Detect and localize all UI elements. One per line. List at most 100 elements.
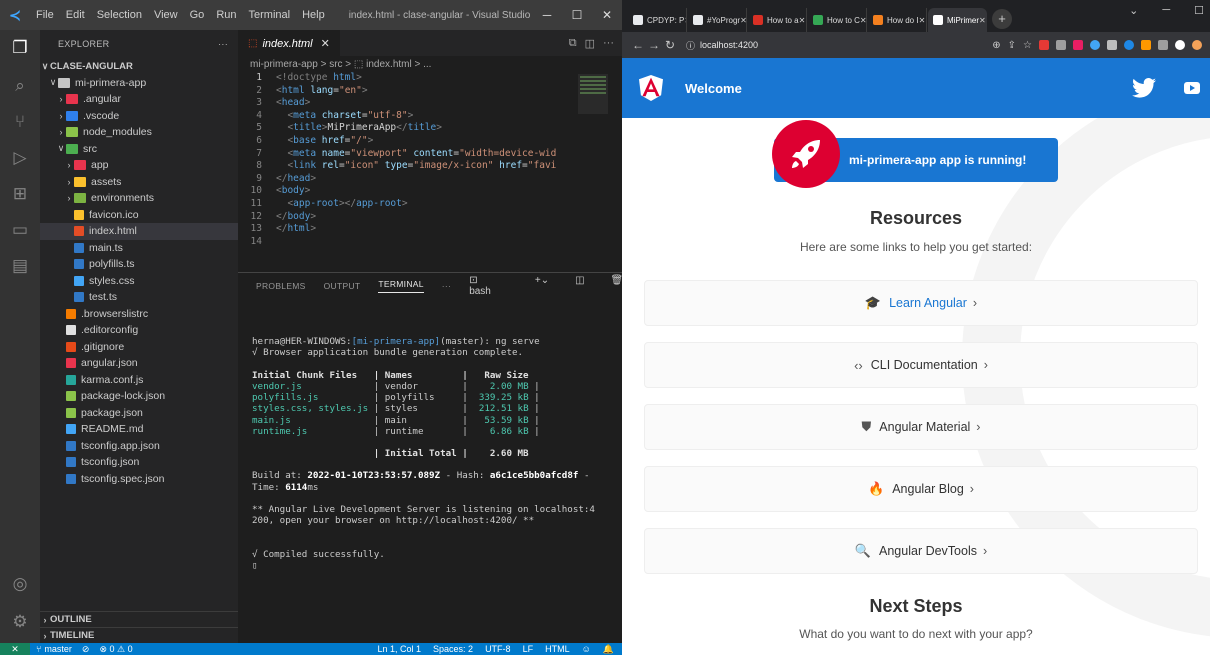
docker-icon[interactable]: ▤ xyxy=(8,254,32,278)
resource-card-angular-material[interactable]: ⛊ Angular Material › xyxy=(644,404,1198,450)
tree-item-tsconfig-json[interactable]: tsconfig.json xyxy=(40,454,238,471)
share-icon[interactable]: ⇪ xyxy=(1008,40,1016,51)
open-changes-icon[interactable]: ⧉ xyxy=(569,37,577,50)
indentation[interactable]: Spaces: 2 xyxy=(433,644,473,654)
tree-item-angular-json[interactable]: angular.json xyxy=(40,355,238,372)
bookmark-star-icon[interactable]: ☆ xyxy=(1023,40,1032,51)
source-control-icon[interactable]: ⑂ xyxy=(8,110,32,134)
tree-item-tsconfig-spec-json[interactable]: tsconfig.spec.json xyxy=(40,471,238,488)
tree-item--editorconfig[interactable]: .editorconfig xyxy=(40,322,238,339)
extension-red-icon[interactable] xyxy=(1039,40,1049,50)
back-icon[interactable]: ← xyxy=(630,38,646,52)
tree-item-favicon-ico[interactable]: favicon.ico xyxy=(40,207,238,224)
tree-item--vscode[interactable]: › .vscode xyxy=(40,108,238,125)
resource-card-learn-angular[interactable]: 🎓 Learn Angular › xyxy=(644,280,1198,326)
split-editor-icon[interactable]: ◫ xyxy=(585,37,595,50)
minimize-button[interactable]: ─ xyxy=(1162,4,1170,17)
menu-item-view[interactable]: View xyxy=(148,9,184,21)
tab-index-html[interactable]: ⬚ index.html ✕ xyxy=(238,30,340,56)
panel-tab-terminal[interactable]: TERMINAL xyxy=(378,279,424,293)
problems-indicator[interactable]: ⊗ 0 ⚠ 0 xyxy=(99,644,132,655)
tree-item-styles-css[interactable]: styles.css xyxy=(40,273,238,290)
twitter-icon[interactable] xyxy=(1132,78,1156,98)
menu-item-go[interactable]: Go xyxy=(184,9,211,21)
sync-icon[interactable]: ⊘ xyxy=(82,644,90,655)
maximize-button[interactable]: ☐ xyxy=(562,8,592,22)
extension-orange-icon[interactable] xyxy=(1141,40,1151,50)
menu-item-help[interactable]: Help xyxy=(296,9,331,21)
more-actions-icon[interactable]: ··· xyxy=(603,37,614,49)
tree-item-main-ts[interactable]: main.ts xyxy=(40,240,238,257)
tree-item-tsconfig-app-json[interactable]: tsconfig.app.json xyxy=(40,438,238,455)
account-icon[interactable]: ◎ xyxy=(8,572,32,596)
run-debug-icon[interactable]: ▷ xyxy=(8,146,32,170)
explorer-more-button[interactable]: ··· xyxy=(218,39,228,49)
extension-v-icon[interactable] xyxy=(1158,40,1168,50)
tree-item-index-html[interactable]: index.html xyxy=(40,223,238,240)
breadcrumb[interactable]: mi-primera-app > src > ⬚ index.html > ..… xyxy=(238,56,622,72)
omnibox[interactable]: ⓘ localhost:4200 xyxy=(686,35,916,55)
zoom-icon[interactable]: ⊕ xyxy=(992,40,1000,51)
panel-tab-[interactable]: ··· xyxy=(442,281,451,291)
close-tab-icon[interactable]: ✕ xyxy=(799,16,806,25)
tree-item-assets[interactable]: › assets xyxy=(40,174,238,191)
branch-label[interactable]: master xyxy=(44,644,72,654)
new-terminal-icon[interactable]: +⌄ xyxy=(535,275,549,297)
panel-tab-problems[interactable]: PROBLEMS xyxy=(256,281,306,291)
search-icon[interactable]: ⌕ xyxy=(8,74,32,98)
browser-tab[interactable]: #YoProgr ✕ xyxy=(688,8,747,32)
menu-item-run[interactable]: Run xyxy=(210,9,242,21)
language-mode[interactable]: HTML xyxy=(545,644,570,654)
close-button[interactable]: ✕ xyxy=(592,8,622,22)
tree-item--gitignore[interactable]: .gitignore xyxy=(40,339,238,356)
extension-pink-icon[interactable] xyxy=(1073,40,1083,50)
reload-icon[interactable]: ↻ xyxy=(662,38,678,52)
encoding[interactable]: UTF-8 xyxy=(485,644,511,654)
close-tab-icon[interactable]: ✕ xyxy=(321,37,330,50)
browser-tab[interactable]: MiPrimer ✕ xyxy=(928,8,987,32)
tree-item-package-lock-json[interactable]: package-lock.json xyxy=(40,388,238,405)
close-tab-icon[interactable]: ✕ xyxy=(919,16,926,25)
browser-tab[interactable]: CPDYP: P✕ xyxy=(628,8,687,32)
resource-card-angular-blog[interactable]: 🔥 Angular Blog › xyxy=(644,466,1198,512)
timeline-section[interactable]: › TIMELINE xyxy=(40,627,238,643)
minimap[interactable] xyxy=(578,74,608,114)
tree-item--browserslistrc[interactable]: .browserslistrc xyxy=(40,306,238,323)
extension-blue-icon[interactable] xyxy=(1090,40,1100,50)
close-tab-icon[interactable]: ✕ xyxy=(979,16,986,25)
resource-card-cli-documentation[interactable]: ‹› CLI Documentation › xyxy=(644,342,1198,388)
browser-tab[interactable]: How to C ✕ xyxy=(808,8,867,32)
extension-light-icon[interactable] xyxy=(1107,40,1117,50)
close-tab-icon[interactable]: ✕ xyxy=(684,16,686,25)
settings-gear-icon[interactable]: ⚙ xyxy=(8,610,32,634)
extension-grey-icon[interactable] xyxy=(1056,40,1066,50)
tree-item-polyfills-ts[interactable]: polyfills.ts xyxy=(40,256,238,273)
terminal-shell-selector[interactable]: ⊡ bash xyxy=(469,275,509,297)
split-terminal-icon[interactable]: ◫ xyxy=(575,275,584,297)
tree-item-test-ts[interactable]: test.ts xyxy=(40,289,238,306)
tree-item-node-modules[interactable]: › node_modules xyxy=(40,124,238,141)
menu-item-selection[interactable]: Selection xyxy=(91,9,148,21)
menu-item-edit[interactable]: Edit xyxy=(60,9,91,21)
tree-item-mi-primera-app[interactable]: ∨ mi-primera-app xyxy=(40,75,238,92)
minimize-button[interactable]: ─ xyxy=(532,8,562,22)
workspace-header[interactable]: ∨ CLASE-ANGULAR xyxy=(40,58,238,75)
extension-circle-icon[interactable] xyxy=(1124,40,1134,50)
close-tab-icon[interactable]: ✕ xyxy=(860,16,866,25)
tree-item-src[interactable]: ∨ src xyxy=(40,141,238,158)
line-ending[interactable]: LF xyxy=(523,644,534,654)
feedback-icon[interactable]: ☺ xyxy=(582,644,591,654)
puzzle-icon[interactable] xyxy=(1175,40,1185,50)
tab-search-icon[interactable]: ⌄ xyxy=(1129,4,1138,17)
cursor-position[interactable]: Ln 1, Col 1 xyxy=(378,644,422,654)
outline-section[interactable]: › OUTLINE xyxy=(40,611,238,627)
browser-tab[interactable]: How to a ✕ xyxy=(748,8,807,32)
tree-item-environments[interactable]: › environments xyxy=(40,190,238,207)
menu-item-terminal[interactable]: Terminal xyxy=(243,9,297,21)
forward-icon[interactable]: → xyxy=(646,38,662,52)
menu-item-file[interactable]: File xyxy=(30,9,60,21)
bell-icon[interactable]: 🔔 xyxy=(603,644,614,655)
tree-item-app[interactable]: › app xyxy=(40,157,238,174)
tree-item--angular[interactable]: › .angular xyxy=(40,91,238,108)
resource-card-angular-devtools[interactable]: 🔍 Angular DevTools › xyxy=(644,528,1198,574)
